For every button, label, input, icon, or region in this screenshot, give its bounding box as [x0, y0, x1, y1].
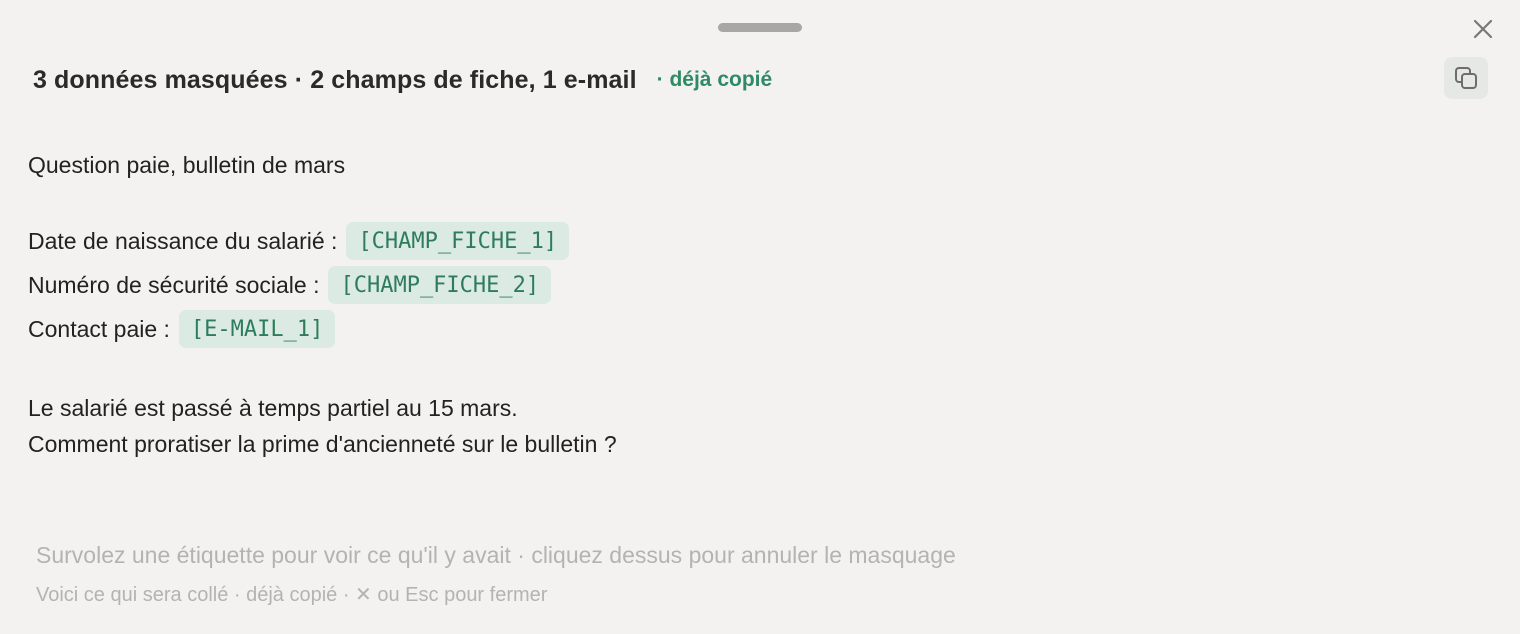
copy-button[interactable] [1444, 57, 1488, 99]
redaction-preview-panel: 3 données masquées · 2 champs de fiche, … [0, 0, 1520, 634]
drag-handle[interactable] [718, 23, 802, 32]
masked-tag-chip[interactable]: [CHAMP_FICHE_1] [346, 222, 570, 260]
message-body-line: Comment proratiser la prime d'ancienneté… [28, 431, 617, 457]
field-label: Numéro de sécurité sociale : [28, 271, 320, 298]
field-label: Date de naissance du salarié : [28, 227, 338, 254]
footer-info: Voici ce qui sera collé · déjà copié · ✕… [36, 584, 548, 606]
field-line-social-security: Numéro de sécurité sociale : [CHAMP_FICH… [28, 266, 552, 304]
close-icon [1473, 19, 1493, 39]
footer-hint: Survolez une étiquette pour voir ce qu'i… [36, 542, 956, 568]
header: 3 données masquées · 2 champs de fiche, … [33, 60, 772, 100]
masked-tag-chip[interactable]: [E-MAIL_1] [178, 310, 336, 348]
copy-icon [1455, 67, 1477, 89]
copied-status: · déjà copié [656, 68, 773, 91]
message-body-line: Le salarié est passé à temps partiel au … [28, 395, 518, 421]
close-button[interactable] [1466, 12, 1500, 46]
masked-tag-chip[interactable]: [CHAMP_FICHE_2] [328, 266, 552, 304]
field-line-payroll-contact: Contact paie : [E-MAIL_1] [28, 310, 336, 348]
field-line-birthdate: Date de naissance du salarié : [CHAMP_FI… [28, 222, 570, 260]
redaction-summary-title: 3 données masquées · 2 champs de fiche, … [33, 65, 637, 94]
message-subject: Question paie, bulletin de mars [28, 152, 346, 178]
field-label: Contact paie : [28, 315, 170, 342]
